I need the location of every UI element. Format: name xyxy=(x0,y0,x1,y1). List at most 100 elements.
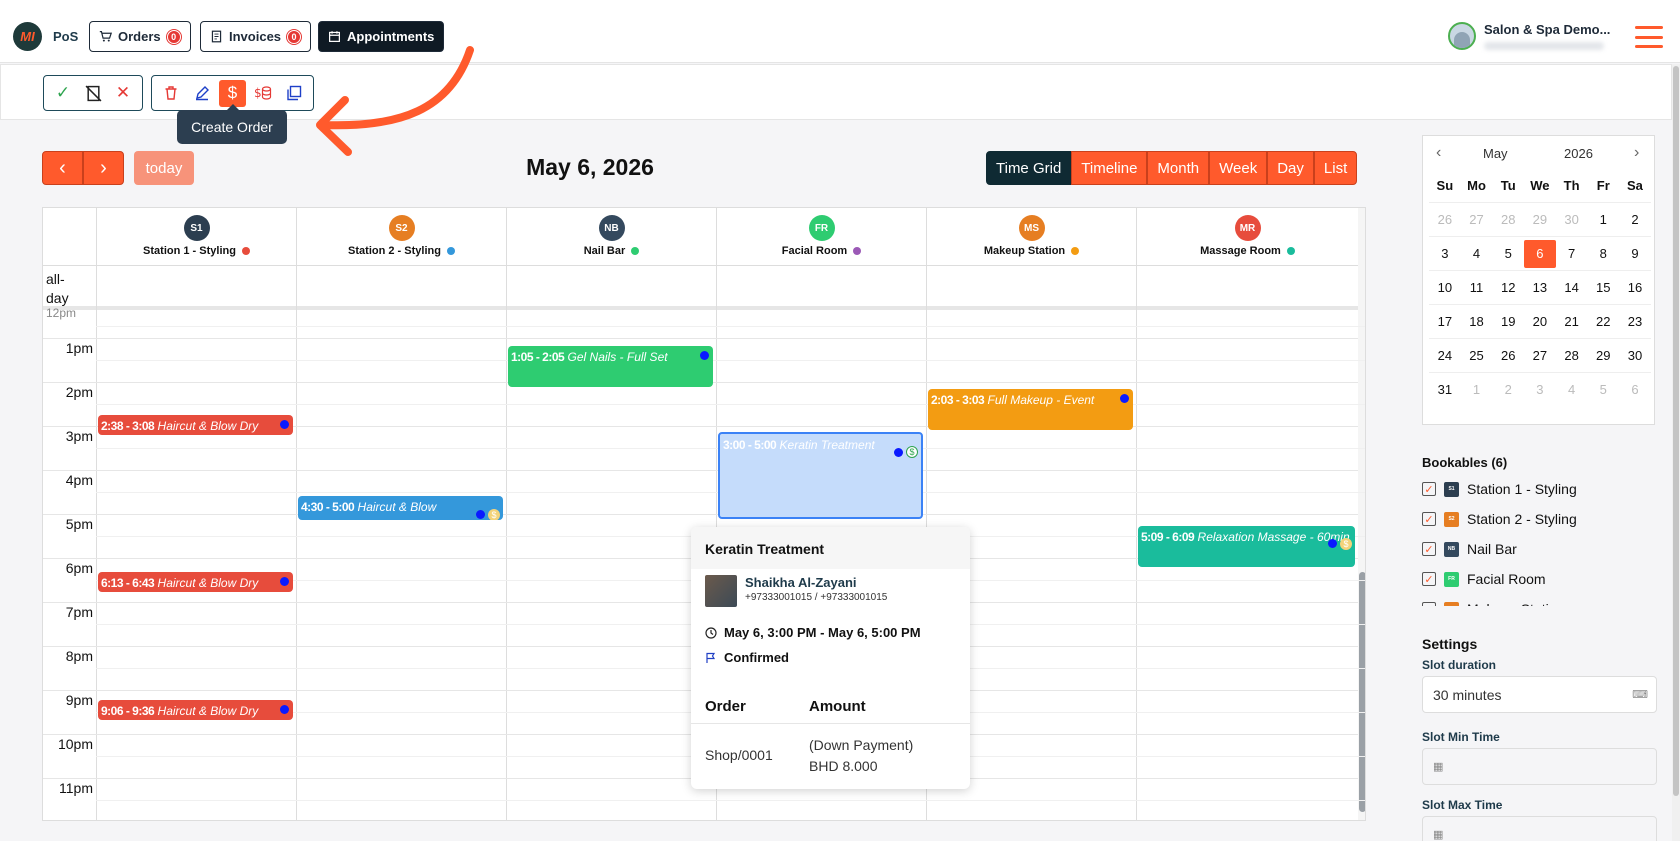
create-order-tooltip: Create Order xyxy=(177,104,287,144)
mini-year[interactable]: 2026 xyxy=(1564,146,1593,161)
bookable-checkbox[interactable]: ✓ xyxy=(1422,482,1436,496)
day-cell[interactable]: 10 xyxy=(1429,280,1461,295)
mini-prev-icon[interactable]: ‹ xyxy=(1436,144,1441,162)
client-name[interactable]: Shaikha Al-Zayani xyxy=(745,575,887,590)
day-cell[interactable]: 17 xyxy=(1429,314,1461,329)
slot-min-time-input[interactable]: ▦ xyxy=(1422,748,1657,785)
day-cell[interactable]: 5 xyxy=(1587,382,1619,397)
day-cell[interactable]: 30 xyxy=(1556,212,1588,227)
all-day-row[interactable] xyxy=(43,265,1365,310)
prev-button[interactable]: ‹ xyxy=(42,151,83,185)
day-cell[interactable]: 12 xyxy=(1492,280,1524,295)
grid-scrollbar[interactable] xyxy=(1358,208,1365,820)
appointment-event[interactable]: 5:09 - 6:09 Relaxation Massage - 60min $ xyxy=(1138,526,1355,567)
day-cell[interactable]: 16 xyxy=(1619,280,1651,295)
edit-icon[interactable] xyxy=(189,80,216,107)
appointment-event[interactable]: 2:03 - 3:03 Full Makeup - Event xyxy=(928,389,1133,430)
appointment-event[interactable]: 4:30 - 5:00 Haircut & Blow $ xyxy=(298,496,503,520)
appointments-button[interactable]: Appointments xyxy=(318,21,445,52)
day-cell[interactable]: 3 xyxy=(1429,246,1461,261)
day-cell[interactable]: 19 xyxy=(1492,314,1524,329)
day-cell[interactable]: 30 xyxy=(1619,348,1651,363)
day-cell[interactable]: 29 xyxy=(1524,212,1556,227)
appointment-event[interactable]: 3:00 - 5:00 Keratin Treatment $ xyxy=(718,432,923,519)
day-cell[interactable]: 24 xyxy=(1429,348,1461,363)
bookable-item[interactable]: ✓ NB Nail Bar xyxy=(1422,534,1662,564)
day-cell[interactable]: 5 xyxy=(1492,246,1524,261)
no-show-icon[interactable] xyxy=(80,80,106,107)
bookable-checkbox[interactable]: ✓ xyxy=(1422,512,1436,526)
bookable-item[interactable]: ✓ S2 Station 2 - Styling xyxy=(1422,504,1662,534)
day-cell[interactable]: 13 xyxy=(1524,280,1556,295)
view-timeline[interactable]: Timeline xyxy=(1071,151,1148,185)
view-time-grid[interactable]: Time Grid xyxy=(986,151,1072,185)
day-cell[interactable]: 3 xyxy=(1524,382,1556,397)
day-cell[interactable]: 7 xyxy=(1556,246,1588,261)
resource-name: Station 2 - Styling xyxy=(297,245,506,257)
bookable-checkbox[interactable]: ✓ xyxy=(1422,602,1436,606)
bookable-item[interactable]: ✓ MS Makeup Station xyxy=(1422,594,1662,606)
app-logo[interactable]: MI xyxy=(13,22,42,51)
check-icon[interactable]: ✓ xyxy=(50,80,76,107)
day-cell[interactable]: 14 xyxy=(1556,280,1588,295)
slot-duration-select[interactable]: 30 minutes ⌨ xyxy=(1422,676,1657,713)
next-button[interactable]: › xyxy=(83,151,124,185)
appointment-event[interactable]: 1:05 - 2:05 Gel Nails - Full Set xyxy=(508,346,713,387)
view-week[interactable]: Week xyxy=(1209,151,1268,185)
day-cell[interactable]: 26 xyxy=(1492,348,1524,363)
day-cell[interactable]: 27 xyxy=(1461,212,1493,227)
invoices-button[interactable]: Invoices 0 xyxy=(200,21,312,52)
view-list[interactable]: List xyxy=(1313,151,1358,185)
bookable-checkbox[interactable]: ✓ xyxy=(1422,572,1436,586)
appointment-event[interactable]: 9:06 - 9:36 Haircut & Blow Dry xyxy=(98,700,293,720)
day-cell[interactable]: 1 xyxy=(1587,212,1619,227)
day-cell[interactable]: 9 xyxy=(1619,246,1651,261)
orders-button[interactable]: Orders 0 xyxy=(89,21,191,52)
day-cell[interactable]: 25 xyxy=(1461,348,1493,363)
day-cell[interactable]: 15 xyxy=(1587,280,1619,295)
mini-month[interactable]: May xyxy=(1483,146,1508,161)
day-cell[interactable]: 27 xyxy=(1524,348,1556,363)
bookable-checkbox[interactable]: ✓ xyxy=(1422,542,1436,556)
day-cell[interactable]: 4 xyxy=(1556,382,1588,397)
mini-next-icon[interactable]: › xyxy=(1634,144,1639,162)
create-order-dollar-icon[interactable]: $ xyxy=(219,79,246,107)
hamburger-menu-icon[interactable] xyxy=(1635,26,1663,48)
day-cell[interactable]: 21 xyxy=(1556,314,1588,329)
appointment-event[interactable]: 6:13 - 6:43 Haircut & Blow Dry xyxy=(98,572,293,592)
day-cell[interactable]: 22 xyxy=(1587,314,1619,329)
trash-icon[interactable] xyxy=(158,80,185,107)
appointment-event[interactable]: 2:38 - 3:08 Haircut & Blow Dry xyxy=(98,415,293,435)
view-day[interactable]: Day xyxy=(1267,151,1314,185)
today-button[interactable]: today xyxy=(134,151,194,185)
day-cell[interactable]: 2 xyxy=(1492,382,1524,397)
day-cell[interactable]: 20 xyxy=(1524,314,1556,329)
order-table-row[interactable]: Shop/0001 (Down Payment) BHD 8.000 xyxy=(691,725,970,785)
day-cell[interactable]: 31 xyxy=(1429,382,1461,397)
payments-icon[interactable]: $ xyxy=(250,80,277,107)
day-cell[interactable]: 11 xyxy=(1461,280,1493,295)
day-cell[interactable]: 28 xyxy=(1492,212,1524,227)
day-cell[interactable]: 26 xyxy=(1429,212,1461,227)
bookable-item[interactable]: ✓ S1 Station 1 - Styling xyxy=(1422,474,1662,504)
day-cell[interactable]: 6 xyxy=(1619,382,1651,397)
invoices-count-badge: 0 xyxy=(287,29,302,44)
order-number[interactable]: Shop/0001 xyxy=(705,747,773,763)
cancel-icon[interactable]: ✕ xyxy=(110,80,136,107)
day-cell[interactable]: 23 xyxy=(1619,314,1651,329)
day-cell[interactable]: 8 xyxy=(1587,246,1619,261)
user-menu[interactable]: Salon & Spa Demo... xyxy=(1448,22,1610,50)
day-cell[interactable]: 1 xyxy=(1461,382,1493,397)
day-cell[interactable]: 6 xyxy=(1524,239,1556,268)
day-cell[interactable]: 29 xyxy=(1587,348,1619,363)
duplicate-icon[interactable] xyxy=(280,80,307,107)
status-dot xyxy=(280,577,289,586)
slot-max-time-input[interactable]: ▦ xyxy=(1422,816,1657,841)
day-cell[interactable]: 2 xyxy=(1619,212,1651,227)
day-cell[interactable]: 28 xyxy=(1556,348,1588,363)
page-scrollbar[interactable] xyxy=(1672,64,1680,841)
view-month[interactable]: Month xyxy=(1147,151,1210,185)
bookable-item[interactable]: ✓ FR Facial Room xyxy=(1422,564,1662,594)
day-cell[interactable]: 18 xyxy=(1461,314,1493,329)
day-cell[interactable]: 4 xyxy=(1461,246,1493,261)
